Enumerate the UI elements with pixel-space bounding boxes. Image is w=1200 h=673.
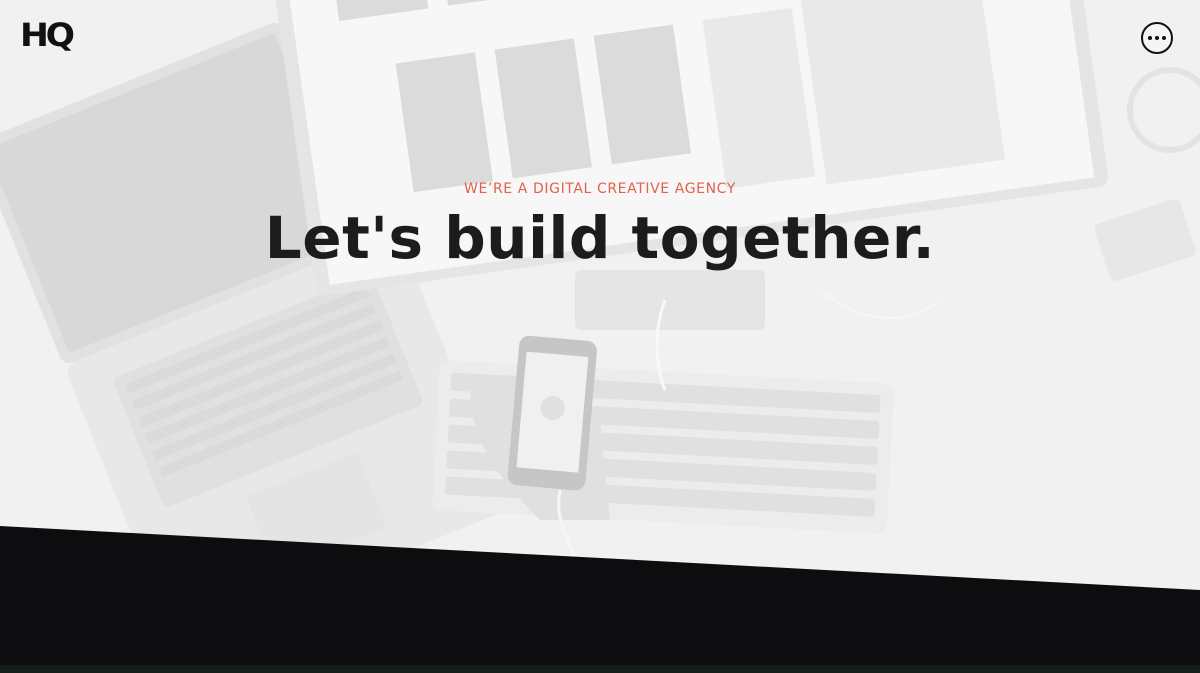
brand-logo[interactable]: HQ (20, 19, 75, 51)
more-horizontal-icon-dot (1162, 36, 1166, 40)
hero-tagline: WE’RE A DIGITAL CREATIVE AGENCY (464, 181, 736, 197)
more-horizontal-icon-dot (1155, 36, 1159, 40)
hero-background-image (0, 0, 1200, 673)
menu-button[interactable] (1141, 22, 1173, 54)
hero-headline: Let's build together. (264, 204, 936, 272)
more-horizontal-icon (1148, 36, 1152, 40)
page: HQ WE’RE A DIGITAL CREATIVE AGENCY Let's… (0, 0, 1200, 673)
hero-content: WE’RE A DIGITAL CREATIVE AGENCY Let's bu… (0, 178, 1200, 272)
